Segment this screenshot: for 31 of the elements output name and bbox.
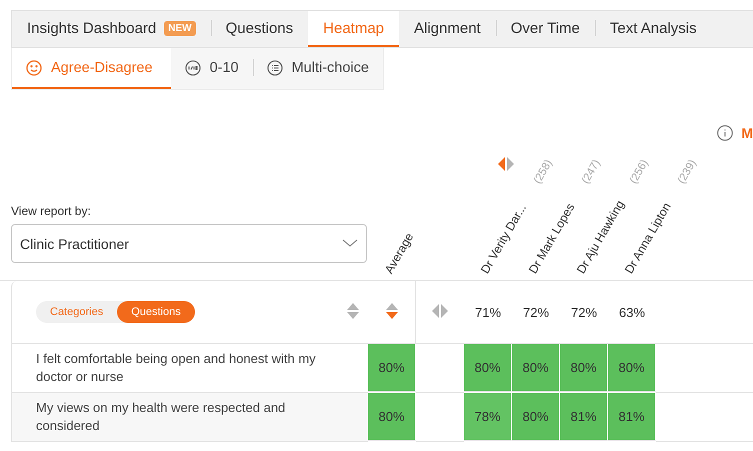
sort-arrows-icon[interactable] [432, 304, 448, 320]
overall-score: 72% [522, 304, 550, 320]
heatmap-cell: 80% [368, 344, 416, 392]
nav-tab[interactable]: Questions [210, 11, 308, 47]
heatmap-cell: 78% [464, 393, 512, 441]
heatmap-cell: 80% [608, 344, 656, 392]
overall-score: 72% [570, 304, 598, 320]
heatmap-cell: 80% [560, 344, 608, 392]
chevron-down-icon [342, 239, 358, 248]
heatmap-cell: 80% [464, 344, 512, 392]
overall-score: 71% [474, 304, 502, 320]
smiley-icon [26, 60, 42, 76]
question-type-tab[interactable]: Multi-choice [252, 48, 383, 89]
question-type-tab[interactable]: 0-10 [170, 48, 253, 89]
overall-score: 63% [618, 304, 646, 320]
scale-icon [184, 60, 201, 76]
heatmap-cell: 81% [608, 393, 656, 441]
question-text: My views on my health were respected and considered [11, 393, 368, 442]
report-dropdown[interactable]: Clinic Practitioner [11, 224, 367, 263]
field-label: View report by: [11, 204, 92, 218]
heatmap-cell: 80% [512, 393, 560, 441]
heatmap-cell: 80% [512, 344, 560, 392]
nav-tab[interactable]: Over Time [496, 11, 595, 47]
nav-tab[interactable]: Text Analysis [594, 11, 712, 47]
list-icon [266, 60, 283, 76]
heatmap-cell: 80% [368, 393, 416, 441]
info-icon[interactable] [717, 125, 734, 141]
new-badge: NEW [164, 20, 196, 36]
nav-tab[interactable]: Insights Dashboard NEW [12, 11, 211, 47]
heatmap-cell: 81% [560, 393, 608, 441]
nav-tab[interactable]: Alignment [399, 11, 496, 47]
